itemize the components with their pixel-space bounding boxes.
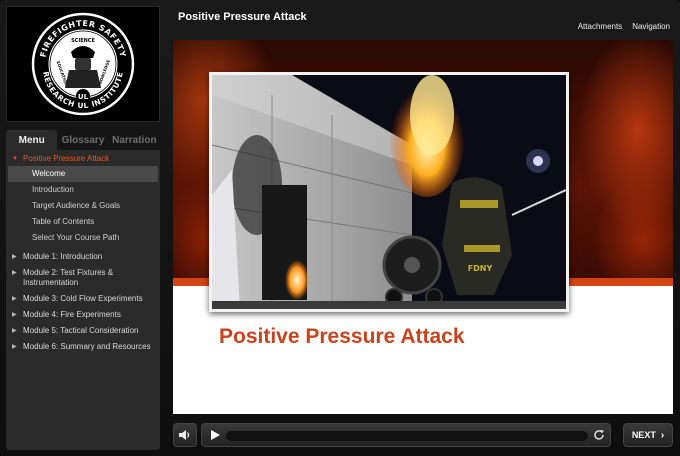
module-label: Module 2: Test Fixtures & Instrumentatio… (23, 268, 114, 287)
menu-module-4[interactable]: ▶ Module 4: Fire Experiments (6, 307, 160, 323)
helmet-label-text: FDNY (468, 264, 493, 273)
chevron-right-icon: ▶ (12, 328, 17, 334)
tab-menu[interactable]: Menu (6, 130, 58, 150)
navigation-link[interactable]: Navigation (632, 22, 670, 31)
replay-icon[interactable] (593, 429, 605, 441)
slide-stage: FDNY Positive Pressure Attack (173, 40, 673, 414)
sub-item-table-of-contents[interactable]: Table of Contents (6, 214, 160, 230)
next-label: NEXT (631, 430, 656, 440)
menu-panel: ▼ Positive Pressure Attack Welcome Intro… (6, 150, 160, 450)
chevron-right-icon: ▶ (12, 296, 17, 302)
chevron-right-icon: ▶ (12, 312, 17, 318)
chevron-right-icon: › (660, 429, 665, 441)
sidebar-tabs: Menu Glossary Narration (6, 130, 160, 150)
menu-module-6[interactable]: ▶ Module 6: Summary and Resources (6, 339, 160, 355)
slide-photo: FDNY (209, 72, 569, 312)
sub-item-introduction[interactable]: Introduction (6, 182, 160, 198)
module-label: Module 4: Fire Experiments (23, 310, 121, 319)
speaker-icon (179, 430, 190, 440)
play-icon[interactable] (210, 430, 220, 440)
tab-glossary[interactable]: Glossary (57, 130, 108, 150)
chevron-down-icon: ▼ (12, 156, 18, 162)
menu-section-label: Positive Pressure Attack (23, 154, 110, 163)
sub-item-select-course-path[interactable]: Select Your Course Path (6, 230, 160, 246)
logo: FIREFIGHTER SAFETY RESEARCH UL INSTITUTE… (6, 6, 160, 122)
module-label: Module 3: Cold Flow Experiments (23, 294, 143, 303)
menu-module-2[interactable]: ▶ Module 2: Test Fixtures & Instrumentat… (6, 265, 160, 291)
attachments-link[interactable]: Attachments (578, 22, 622, 31)
top-links: Attachments Navigation (578, 22, 670, 31)
menu-module-1[interactable]: ▶ Module 1: Introduction (6, 249, 160, 265)
module-label: Module 1: Introduction (23, 252, 103, 261)
seek-bar[interactable] (201, 423, 611, 447)
fsri-seal-icon: FIREFIGHTER SAFETY RESEARCH UL INSTITUTE… (31, 12, 135, 116)
slide-heading: Positive Pressure Attack (219, 325, 465, 348)
seal-emblem-text: UL (78, 93, 89, 101)
chevron-right-icon: ▶ (12, 344, 17, 350)
tab-narration[interactable]: Narration (109, 130, 160, 150)
sub-item-target-audience[interactable]: Target Audience & Goals (6, 198, 160, 214)
menu-section-positive-pressure-attack[interactable]: ▼ Positive Pressure Attack (6, 152, 160, 166)
progress-track[interactable] (226, 431, 588, 441)
player-controls: NEXT › (173, 423, 673, 447)
chevron-right-icon: ▶ (12, 254, 17, 260)
next-button[interactable]: NEXT › (623, 423, 673, 447)
sidebar: FIREFIGHTER SAFETY RESEARCH UL INSTITUTE… (6, 6, 160, 450)
fire-scene-illustration: FDNY (211, 73, 567, 309)
module-label: Module 6: Summary and Resources (23, 342, 151, 351)
menu-module-5[interactable]: ▶ Module 5: Tactical Consideration (6, 323, 160, 339)
menu-module-3[interactable]: ▶ Module 3: Cold Flow Experiments (6, 291, 160, 307)
volume-button[interactable] (173, 423, 197, 447)
chevron-right-icon: ▶ (12, 270, 17, 276)
module-label: Module 5: Tactical Consideration (23, 326, 139, 335)
page-title: Positive Pressure Attack (178, 11, 307, 23)
sub-item-welcome[interactable]: Welcome (8, 166, 158, 182)
seal-inner-text-1: SCIENCE (71, 38, 95, 44)
